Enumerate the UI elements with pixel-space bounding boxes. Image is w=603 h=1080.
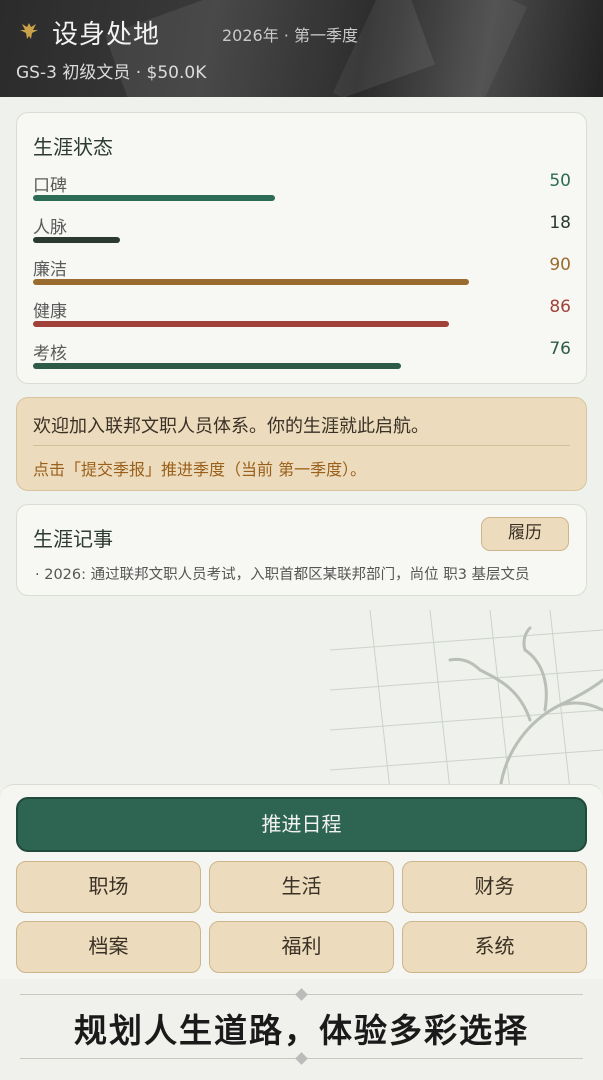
notice-hint: 点击「提交季报」推进季度（当前 第一季度）。 (33, 460, 367, 479)
promo-footer: 规划人生道路，体验多彩选择 (0, 982, 603, 1080)
game-date: 2026年 · 第一季度 (222, 26, 358, 45)
diamond-ornament-icon (295, 1052, 308, 1065)
stat-bar-fill (33, 237, 121, 243)
promo-slogan: 规划人生道路，体验多彩选择 (74, 1011, 529, 1050)
stat-value: 50 (549, 171, 571, 191)
stat-health: 健康 86 (33, 297, 571, 337)
stat-label: 考核 (33, 344, 67, 364)
menu-system-button[interactable]: 系统 (402, 921, 587, 973)
diamond-ornament-icon (295, 988, 308, 1001)
app-title: 设身处地 (52, 20, 161, 50)
stat-label: 廉洁 (33, 260, 67, 280)
menu-records-button[interactable]: 档案 (16, 921, 201, 973)
career-events-title: 生涯记事 (33, 527, 113, 551)
stat-value: 86 (549, 297, 571, 317)
stat-value: 76 (549, 339, 571, 359)
stat-label: 口碑 (33, 176, 67, 196)
stat-bar-fill (33, 321, 450, 327)
career-status-card: 生涯状态 口碑 50 人脉 18 廉洁 90 健康 86 考核 76 (16, 112, 587, 384)
stat-reputation: 口碑 50 (33, 171, 571, 211)
career-status-title: 生涯状态 (33, 135, 113, 159)
stat-value: 90 (549, 255, 571, 275)
stat-bar (33, 279, 517, 285)
stat-label: 健康 (33, 302, 67, 322)
background-tree-illustration (330, 610, 603, 790)
menu-workplace-button[interactable]: 职场 (16, 861, 201, 913)
rank-salary: GS-3 初级文员 · $50.0K (16, 63, 207, 83)
notice-message: 欢迎加入联邦文职人员体系。你的生涯就此启航。 (33, 416, 429, 437)
resume-button[interactable]: 履历 (481, 517, 569, 551)
advance-schedule-button[interactable]: 推进日程 (16, 797, 587, 852)
career-events-card: 生涯记事 履历 · 2026: 通过联邦文职人员考试，入职首都区某联邦部门，尚位… (16, 504, 587, 596)
stat-bar-fill (33, 195, 275, 201)
stat-label: 人脉 (33, 218, 67, 238)
stat-bar (33, 195, 517, 201)
stat-bar (33, 237, 517, 243)
stat-integrity: 廉洁 90 (33, 255, 571, 295)
stat-connections: 人脉 18 (33, 213, 571, 253)
stat-bar (33, 321, 517, 327)
menu-life-button[interactable]: 生活 (209, 861, 394, 913)
menu-benefits-button[interactable]: 福利 (209, 921, 394, 973)
stat-evaluation: 考核 76 (33, 339, 571, 379)
stat-value: 18 (549, 213, 571, 233)
notice-card: 欢迎加入联邦文职人员体系。你的生涯就此启航。 点击「提交季报」推进季度（当前 第… (16, 397, 587, 491)
menu-finance-button[interactable]: 财务 (402, 861, 587, 913)
notice-divider (33, 445, 570, 446)
stat-bar-fill (33, 279, 469, 285)
event-item: · 2026: 通过联邦文职人员考试，入职首都区某联邦部门，尚位 职3 基层文员 (35, 567, 530, 583)
top-header: 设身处地 2026年 · 第一季度 GS-3 初级文员 · $50.0K (0, 0, 603, 97)
stat-bar-fill (33, 363, 401, 369)
golden-eagle-icon (20, 23, 38, 39)
stat-bar (33, 363, 517, 369)
